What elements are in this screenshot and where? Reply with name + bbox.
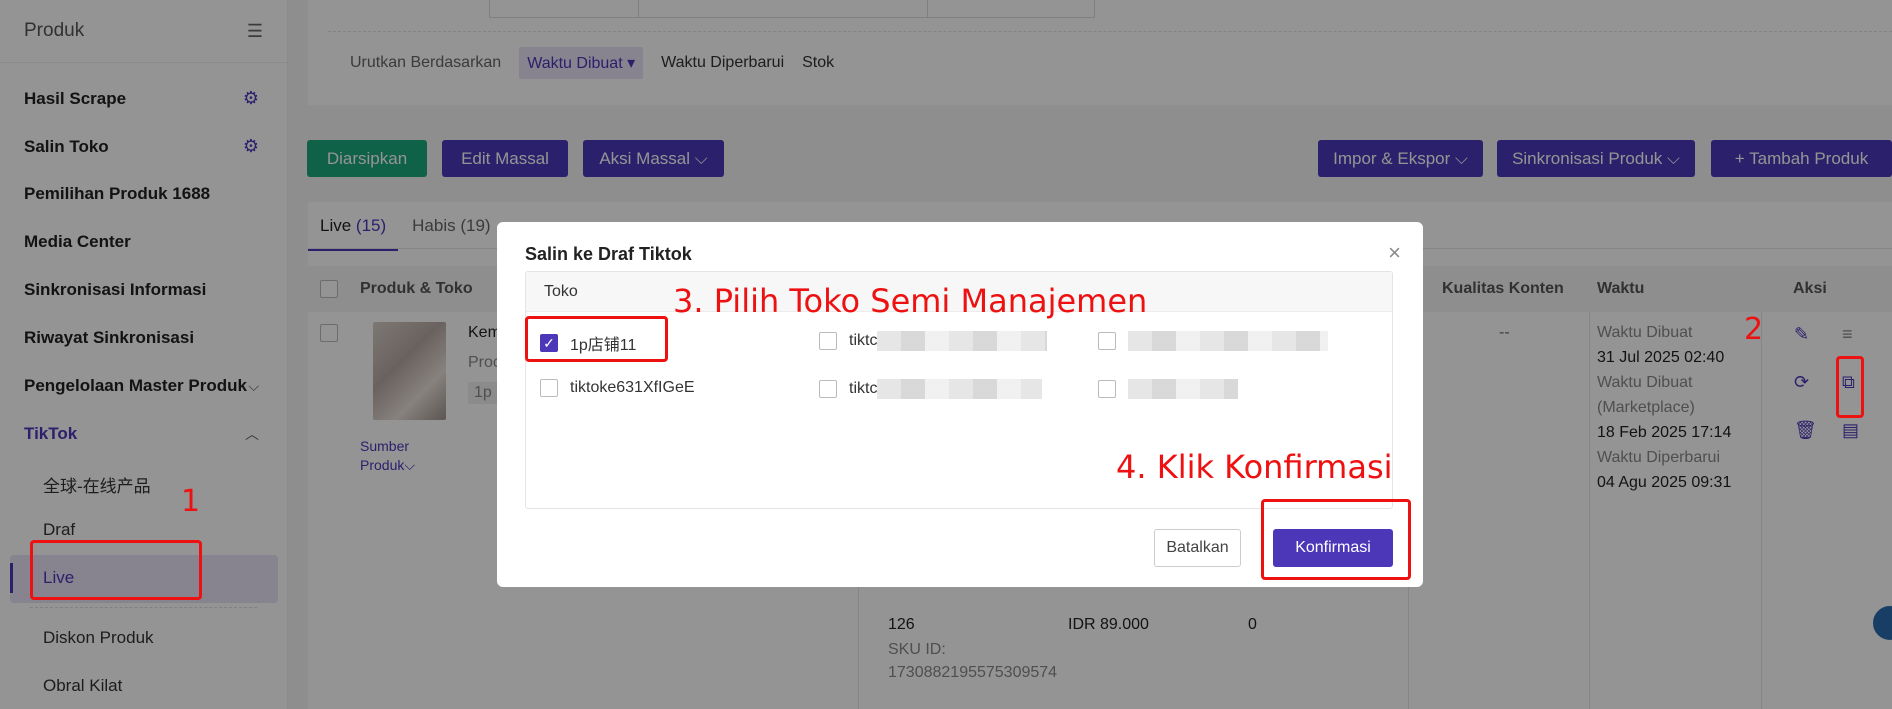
checkbox[interactable] [540, 379, 558, 397]
store-option[interactable]: tiktoke631XfIGeE [540, 379, 695, 397]
checkbox[interactable] [1098, 380, 1116, 398]
redacted-store-name [877, 331, 1048, 351]
annotation-box-live [30, 540, 202, 600]
annotation-step-1: 1 [181, 484, 201, 519]
redacted-store-name [1128, 379, 1238, 399]
checkbox[interactable] [819, 332, 837, 350]
checkbox[interactable] [1098, 332, 1116, 350]
annotation-box-confirm [1261, 499, 1411, 580]
store-option[interactable]: tiktc [819, 331, 1048, 351]
checkbox[interactable] [819, 380, 837, 398]
cancel-button[interactable]: Batalkan [1154, 529, 1241, 567]
store-option[interactable]: tiktc [819, 379, 1043, 399]
annotation-box-copy [1836, 356, 1864, 418]
redacted-store-name [877, 379, 1043, 399]
annotation-step-2: 2 [1744, 312, 1764, 347]
close-icon[interactable]: × [1388, 240, 1401, 266]
annotation-step-3: 3. Pilih Toko Semi Manajemen [673, 282, 1148, 320]
store-option[interactable] [1098, 331, 1328, 351]
modal-title: Salin ke Draf Tiktok [525, 244, 692, 264]
annotation-box-store [525, 316, 668, 362]
redacted-store-name [1128, 331, 1328, 351]
store-option[interactable] [1098, 379, 1238, 399]
annotation-step-4: 4. Klik Konfirmasi [1116, 448, 1393, 486]
